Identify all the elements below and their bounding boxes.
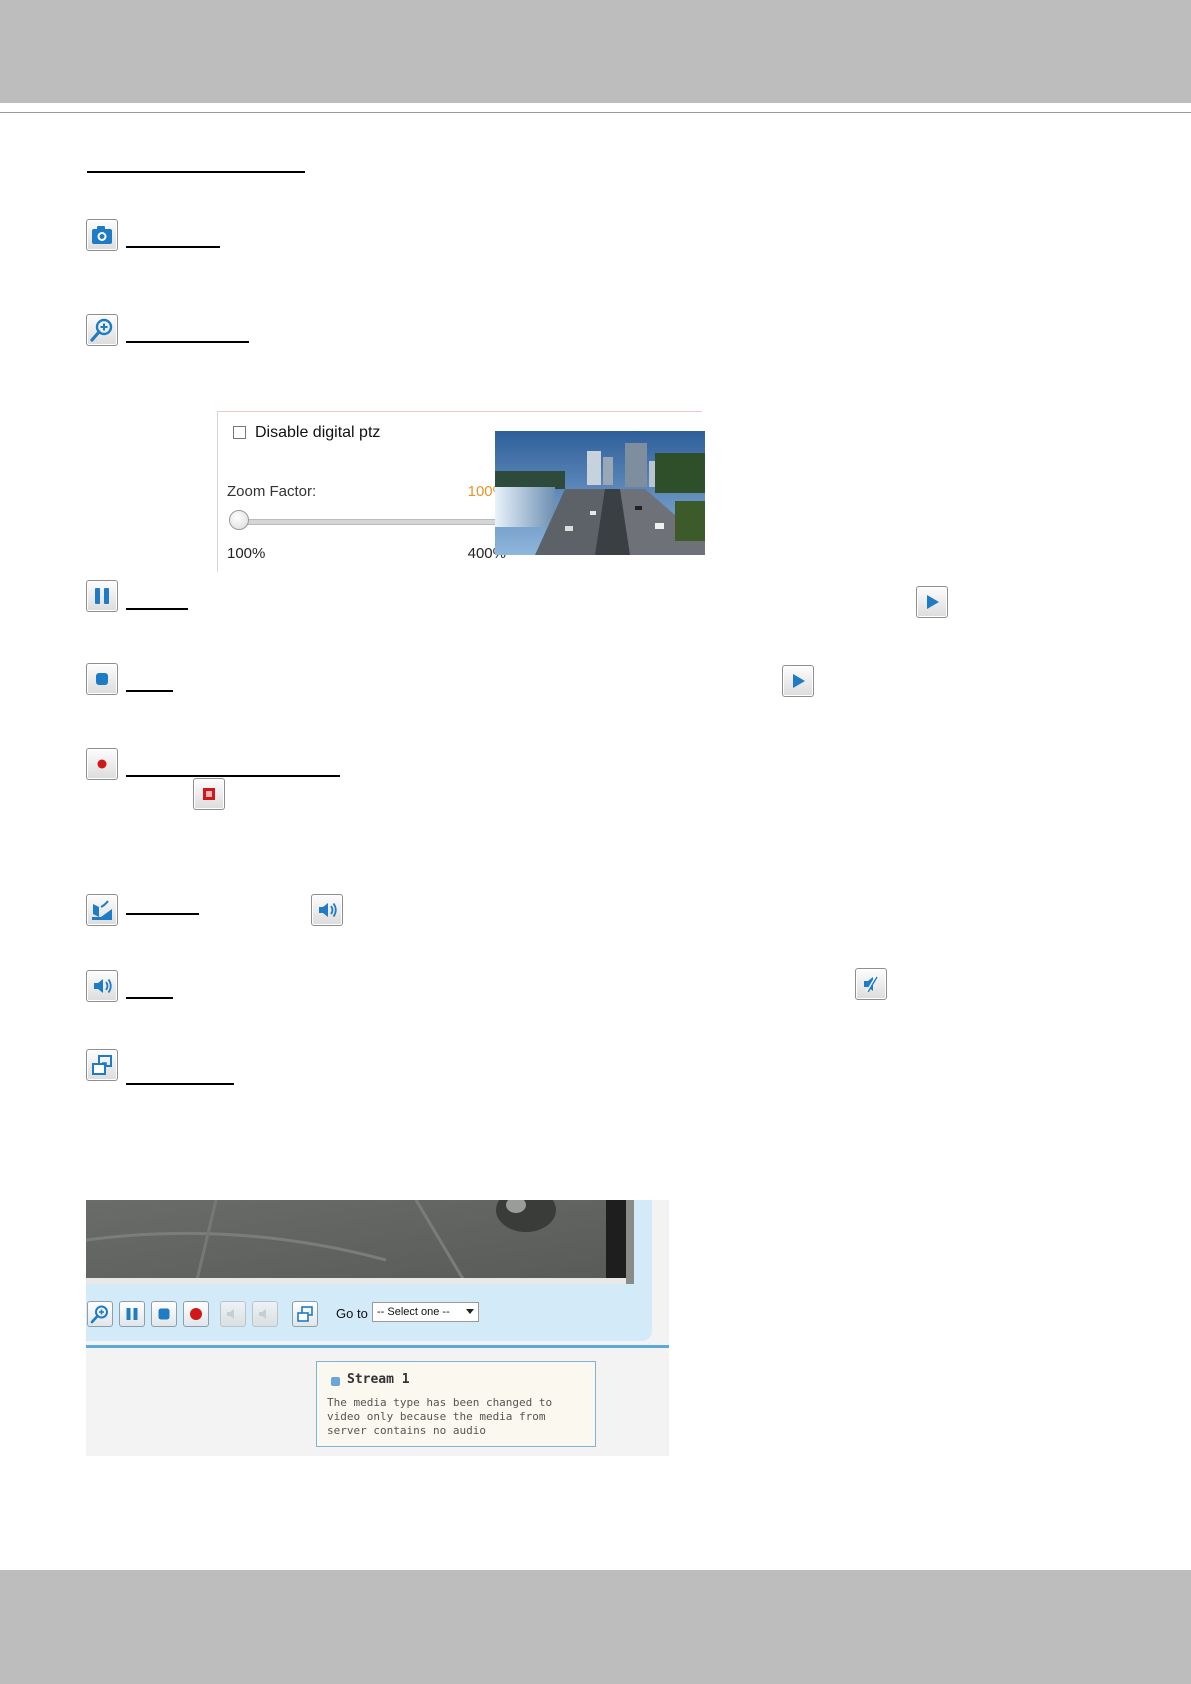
fullscreen-button[interactable] [86, 1049, 118, 1081]
zoom-factor-slider-track[interactable] [237, 519, 499, 525]
volume-button[interactable] [311, 894, 343, 926]
zoom-factor-label: Zoom Factor: [227, 483, 317, 500]
stop-record-icon [203, 788, 215, 800]
fullscreen-icon [92, 1055, 112, 1075]
goto-select[interactable]: -- Select one -- [372, 1302, 479, 1322]
digital-zoom-button[interactable] [86, 314, 118, 346]
goto-selected-value: -- Select one -- [377, 1306, 450, 1318]
volume-icon [94, 978, 112, 994]
toolbar-pause-button[interactable] [119, 1301, 145, 1327]
record-label-underline [126, 775, 340, 777]
record-button[interactable] [86, 748, 118, 780]
toolbar-fullscreen-button[interactable] [292, 1301, 318, 1327]
stop-icon [158, 1308, 170, 1320]
stream-icon [331, 1377, 340, 1386]
pause-icon [126, 1308, 138, 1320]
chevron-down-icon [466, 1309, 474, 1314]
header-rule [0, 112, 1191, 113]
section-heading-underline [87, 171, 305, 173]
pause-button[interactable] [86, 580, 118, 612]
page-header-band [0, 0, 1191, 103]
disable-digital-ptz-checkbox[interactable] [233, 426, 246, 439]
stop-button[interactable] [86, 663, 118, 695]
snapshot-button[interactable] [86, 219, 118, 251]
mute-icon [864, 976, 878, 993]
volume-icon [227, 1309, 234, 1319]
zoom-slider-min-label: 100% [227, 545, 266, 562]
talk-button[interactable] [86, 894, 118, 926]
fullscreen-icon [297, 1306, 313, 1322]
goto-label: Go to [336, 1306, 368, 1321]
live-video-area [86, 1200, 634, 1285]
stream-status-box: Stream 1 The media type has been changed… [316, 1361, 596, 1447]
mute-icon [259, 1309, 266, 1319]
mute-label-underline [126, 997, 173, 999]
stop-icon [96, 673, 108, 685]
talk-icon [92, 900, 112, 920]
toolbar-record-button[interactable] [183, 1301, 209, 1327]
disable-digital-ptz-label: Disable digital ptz [255, 424, 381, 441]
zoom-factor-slider-thumb[interactable] [229, 510, 249, 530]
play-button-2[interactable] [782, 665, 814, 697]
play-icon [793, 674, 805, 688]
player-toolbar-screenshot: Go to -- Select one -- Stream 1 The medi… [86, 1200, 669, 1456]
record-icon [97, 759, 107, 769]
stream-title: Stream 1 [347, 1372, 410, 1387]
zoom-preview-image[interactable] [495, 431, 705, 555]
toolbar-volume-button[interactable] [220, 1301, 246, 1327]
play-button[interactable] [916, 586, 948, 618]
digital-zoom-label-underline [126, 341, 249, 343]
pause-label-underline [126, 608, 188, 610]
toolbar-stop-button[interactable] [151, 1301, 177, 1327]
talk-label-underline [126, 913, 199, 915]
pause-icon [95, 588, 109, 604]
zoom-in-icon [90, 318, 113, 342]
fullscreen-label-underline [126, 1083, 234, 1085]
panel-top-border [217, 411, 702, 412]
toolbar-mute-button[interactable] [252, 1301, 278, 1327]
mute-button[interactable] [855, 968, 887, 1000]
digital-zoom-panel: Disable digital ptz Zoom Factor: 100% 10… [217, 409, 705, 572]
panel-divider [86, 1345, 669, 1348]
snapshot-label-underline [126, 246, 220, 248]
stop-record-button[interactable] [193, 778, 225, 810]
volume-button-2[interactable] [86, 970, 118, 1002]
panel-left-border [217, 411, 218, 572]
stop-label-underline [126, 690, 173, 692]
camera-icon [92, 226, 112, 244]
stream-message: The media type has been changed to video… [327, 1396, 553, 1437]
play-icon [927, 595, 939, 609]
page-footer-band [0, 1570, 1191, 1684]
zoom-in-icon [90, 1305, 108, 1324]
toolbar-zoom-button[interactable] [87, 1301, 113, 1327]
volume-icon [319, 902, 337, 918]
record-icon [190, 1308, 202, 1320]
